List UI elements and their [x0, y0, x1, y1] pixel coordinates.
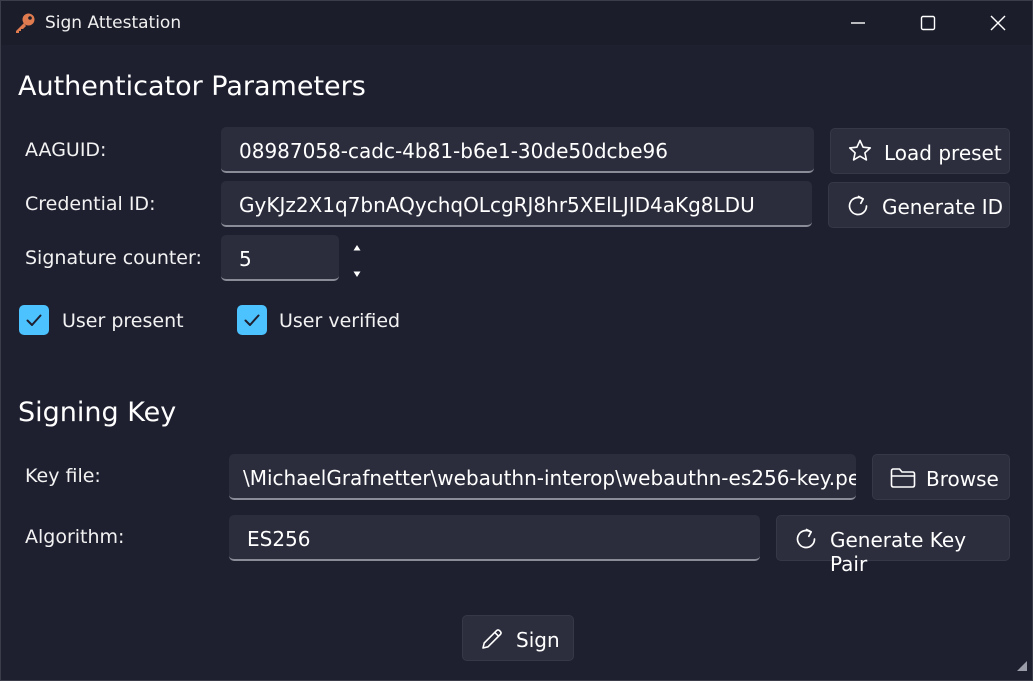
- checkmark-icon: [244, 314, 260, 326]
- credential-id-label: Credential ID:: [25, 193, 156, 215]
- star-icon: [847, 138, 873, 169]
- algorithm-label: Algorithm:: [25, 526, 125, 548]
- authenticator-heading: Authenticator Parameters: [18, 71, 366, 102]
- generate-id-button[interactable]: Generate ID: [828, 182, 1010, 228]
- pencil-icon: [479, 626, 505, 657]
- refresh-icon: [845, 193, 871, 224]
- signing-key-heading: Signing Key: [18, 397, 177, 428]
- generate-id-label: Generate ID: [882, 195, 1004, 219]
- browse-button[interactable]: Browse: [872, 454, 1010, 500]
- load-preset-label: Load preset: [884, 141, 1002, 165]
- key-file-field[interactable]: \MichaelGrafnetter\webauthn-interop\weba…: [229, 454, 856, 500]
- refresh-icon: [793, 526, 819, 557]
- sign-label: Sign: [516, 628, 560, 652]
- caret-down-icon: [353, 271, 361, 277]
- counter-increment-button[interactable]: [351, 239, 363, 251]
- signature-counter-field[interactable]: 5: [221, 235, 339, 281]
- title-bar: Sign Attestation: [1, 1, 1032, 45]
- algorithm-field[interactable]: ES256: [229, 515, 760, 561]
- signature-counter-label: Signature counter:: [25, 247, 202, 269]
- browse-label: Browse: [926, 467, 999, 491]
- load-preset-button[interactable]: Load preset: [830, 128, 1010, 174]
- maximize-icon: [920, 15, 936, 31]
- close-button[interactable]: [963, 1, 1032, 45]
- folder-icon: [889, 466, 917, 495]
- minimize-button[interactable]: [823, 1, 893, 45]
- user-verified-label[interactable]: User verified: [279, 310, 400, 332]
- user-present-checkbox[interactable]: [19, 305, 49, 335]
- credential-id-field[interactable]: GyKJz2X1q7bnAQychqOLcgRJ8hr5XElLJID4aKg8…: [221, 181, 812, 227]
- close-icon: [990, 15, 1006, 31]
- key-icon: [13, 11, 37, 35]
- user-present-label[interactable]: User present: [62, 310, 184, 332]
- app-window: Sign Attestation Authenticator Parameter…: [0, 0, 1033, 681]
- window-title: Sign Attestation: [45, 13, 182, 33]
- key-file-label: Key file:: [25, 465, 101, 487]
- resize-grip-icon[interactable]: [1016, 657, 1028, 676]
- user-verified-checkbox[interactable]: [237, 305, 267, 335]
- aaguid-label: AAGUID:: [25, 139, 107, 161]
- generate-key-pair-button[interactable]: Generate Key Pair: [776, 515, 1010, 576]
- maximize-button[interactable]: [893, 1, 963, 45]
- caret-up-icon: [353, 245, 361, 251]
- aaguid-field[interactable]: 08987058-cadc-4b81-b6e1-30de50dcbe96: [221, 127, 814, 173]
- minimize-icon: [851, 22, 865, 24]
- checkmark-icon: [26, 314, 42, 326]
- sign-button[interactable]: Sign: [462, 615, 574, 661]
- counter-decrement-button[interactable]: [351, 265, 363, 277]
- generate-key-pair-label: Generate Key Pair: [830, 528, 967, 576]
